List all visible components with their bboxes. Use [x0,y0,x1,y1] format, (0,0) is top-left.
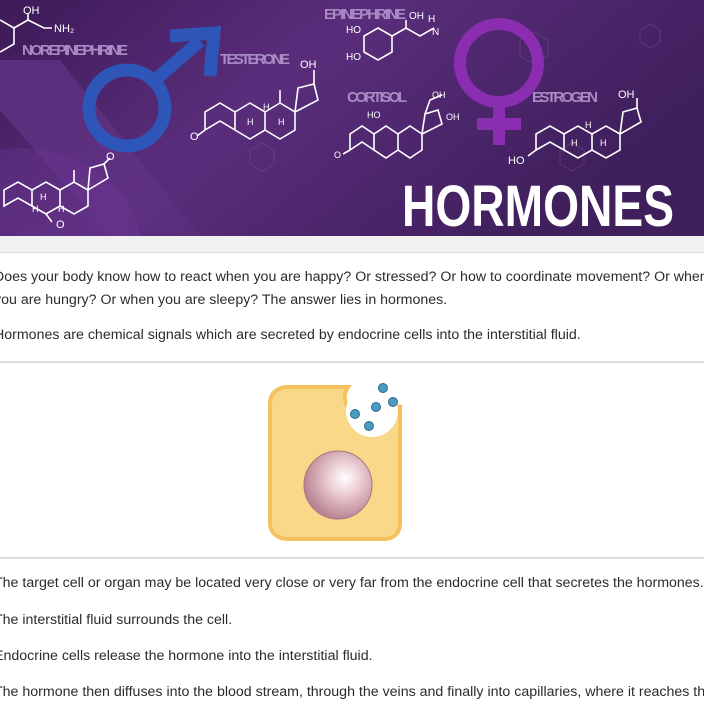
intro-line-2: you are hungry? Or when you are sleepy? … [0,292,448,308]
cortisol-o-label: O [334,150,341,160]
epinephrine-label: EPINEPHRINE [324,6,406,23]
testerone-h1: H [247,117,254,127]
cortisol-label: CORTISOL [347,89,407,106]
estrogen-label: ESTROGEN [532,89,598,106]
estrogen-ho-label: HO [508,155,525,167]
testerone-label: TESTERONE [220,51,290,68]
cell-nucleus [303,450,373,520]
steroid-h2: H [32,204,39,214]
banner-title: HORMONES [402,174,674,236]
testerone-oh-label: OH [300,59,317,71]
cortisol-oh1-label: OH [432,90,446,100]
cortisol-oh2-label: OH [446,112,460,122]
estrogen-oh-label: OH [618,89,635,101]
steroid-o2-label: O [56,219,65,231]
hormones-banner: OH NH₂ NOREPINEPHRINE TESTERONE OH O H H… [0,0,704,236]
banner-graphic: OH NH₂ NOREPINEPHRINE TESTERONE OH O H H… [0,0,704,236]
testerone-o-label: O [190,131,199,143]
estrogen-h1: H [585,120,592,130]
testerone-h3: H [263,102,270,112]
cortisol-ho-label: HO [367,110,381,120]
intro-line-1: Does your body know how to react when yo… [0,269,704,285]
epi-ho2-label: HO [346,52,361,63]
epi-n-label: N [432,27,439,38]
endocrine-cell-illustration [268,383,402,541]
intro-card: Does your body know how to react when yo… [0,252,704,362]
intro-line-3: Hormones are chemical signals which are … [0,327,581,343]
norepi-oh-label: OH [23,5,40,17]
step-3-text: Endocrine cells release the hormone into… [0,648,373,664]
step-1-text: The target cell or organ may be located … [0,575,704,591]
estrogen-h3: H [600,138,607,148]
testerone-h2: H [278,117,285,127]
steps-card: The target cell or organ may be located … [0,558,704,705]
steroid-h1: H [40,192,47,202]
epi-ho1-label: HO [346,25,361,36]
estrogen-h2: H [571,138,578,148]
epi-oh-label: OH [409,11,424,22]
endocrine-cell-card [0,362,704,558]
norepi-nh2-label: NH₂ [54,23,74,35]
epi-h-label: H [428,14,435,25]
steroid-h3: H [58,204,65,214]
step-2-text: The interstitial fluid surrounds the cel… [0,612,233,628]
step-4-text: The hormone then diffuses into the blood… [0,684,704,700]
norepinephrine-label: NOREPINEPHRINE [22,42,128,59]
steroid-o1-label: O [106,151,115,163]
